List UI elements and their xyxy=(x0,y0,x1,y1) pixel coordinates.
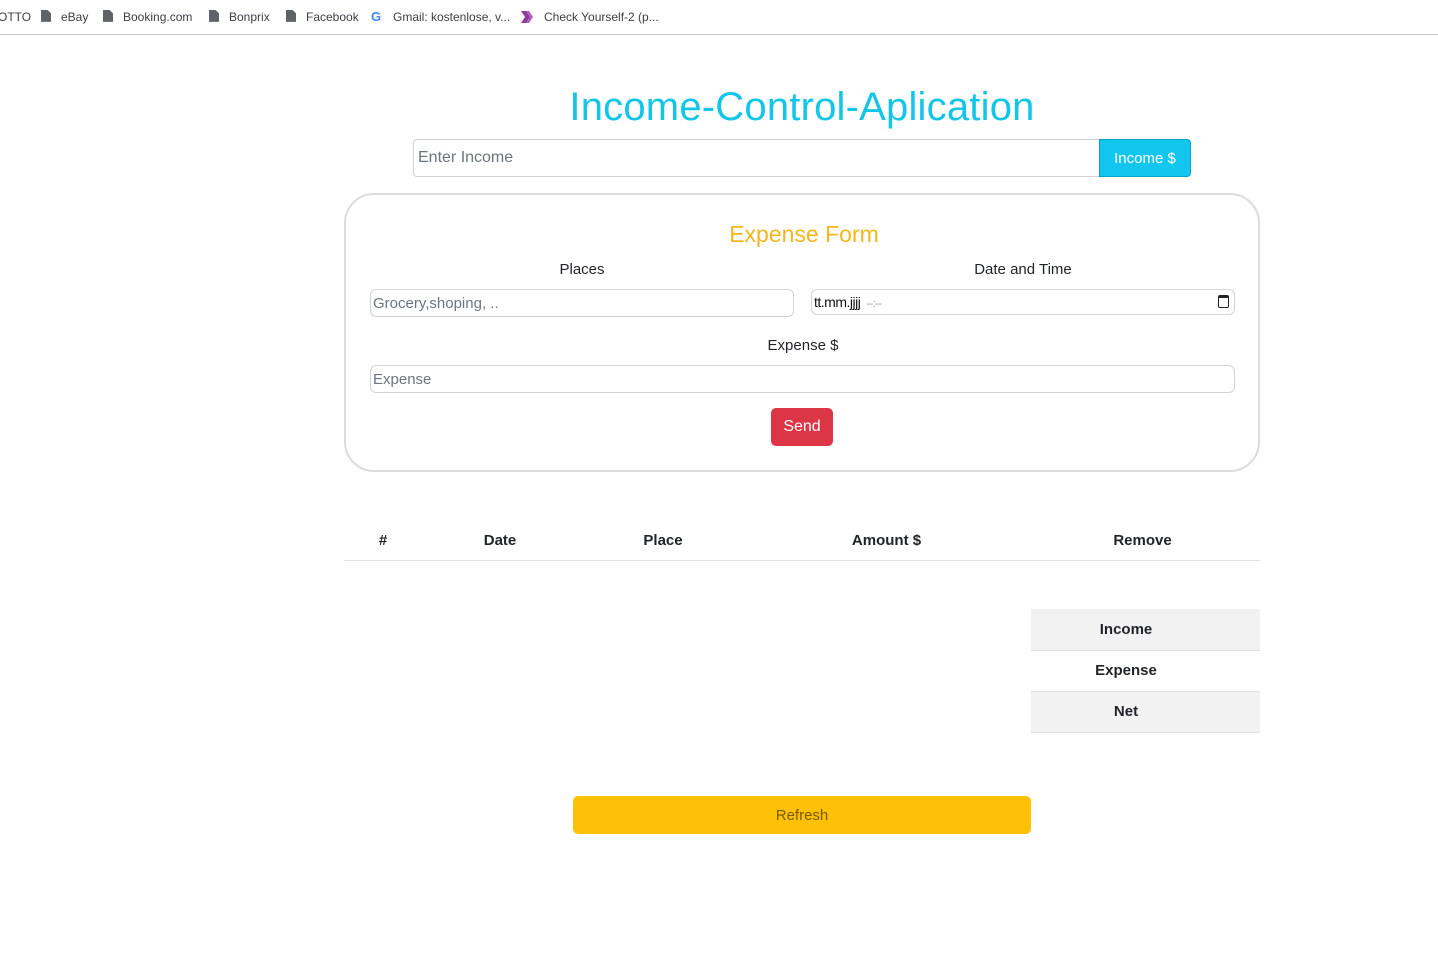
bookmark-label: Bonprix xyxy=(229,10,270,24)
google-icon: G xyxy=(371,8,382,24)
summary-row-net: Net xyxy=(1031,691,1260,733)
bookmark-booking[interactable]: Booking.com xyxy=(103,9,192,27)
bookmark-otto[interactable]: OTTO xyxy=(0,9,31,27)
bookmark-label: Check Yourself-2 (p... xyxy=(544,10,659,24)
summary-table: Income Expense Net xyxy=(1031,609,1260,733)
summary-row-income: Income xyxy=(1031,609,1260,651)
calendar-icon[interactable] xyxy=(1218,295,1229,308)
bookmark-label: Facebook xyxy=(306,10,359,24)
refresh-button[interactable]: Refresh xyxy=(573,796,1031,834)
chevron-icon xyxy=(521,10,533,23)
bookmark-label: Booking.com xyxy=(123,10,193,24)
bookmark-facebook[interactable]: Facebook xyxy=(286,9,359,27)
datetime-value: tt.mm.jjjj --:-- xyxy=(814,294,882,310)
bookmark-label: eBay xyxy=(61,10,89,24)
bookmark-gmail[interactable]: G Gmail: kostenlose, v... xyxy=(371,9,510,27)
datetime-input[interactable]: tt.mm.jjjj --:-- xyxy=(811,289,1235,315)
bookmark-label: Gmail: kostenlose, v... xyxy=(393,10,511,24)
column-header-amount: Amount $ xyxy=(748,522,1025,561)
document-icon xyxy=(209,9,219,22)
bookmark-check-yourself[interactable]: Check Yourself-2 (p... xyxy=(520,9,659,27)
summary-label-net: Net xyxy=(1113,703,1139,720)
page-title: Income-Control-Aplication xyxy=(569,85,1035,129)
summary-label-expense: Expense xyxy=(1095,662,1157,679)
bookmark-label: OTTO xyxy=(0,10,32,24)
expense-form-title: Expense Form xyxy=(729,221,879,247)
column-header-date: Date xyxy=(422,522,578,561)
expense-input[interactable] xyxy=(370,365,1235,393)
places-input[interactable] xyxy=(370,289,794,317)
expense-form-card: Expense Form Places Date and Time tt.mm.… xyxy=(344,193,1260,472)
column-header-remove: Remove xyxy=(1025,522,1260,561)
table-header-row: # Date Place Amount $ Remove xyxy=(344,522,1260,561)
summary-row-expense: Expense xyxy=(1031,650,1260,692)
bookmark-bonprix[interactable]: Bonprix xyxy=(209,9,270,27)
document-icon xyxy=(286,9,296,22)
expense-label: Expense $ xyxy=(767,337,839,354)
expense-table: # Date Place Amount $ Remove xyxy=(344,522,1260,561)
send-button[interactable]: Send xyxy=(771,408,833,446)
income-button[interactable]: Income $ xyxy=(1099,139,1191,177)
income-input[interactable] xyxy=(413,139,1100,177)
datetime-label: Date and Time xyxy=(974,261,1072,278)
bookmarks-bar: OTTO eBay Booking.com Bonprix Facebook G… xyxy=(0,0,1438,35)
document-icon xyxy=(41,9,51,22)
summary-label-income: Income xyxy=(1099,620,1153,638)
places-label: Places xyxy=(559,261,605,278)
column-header-place: Place xyxy=(578,522,748,561)
column-header-number: # xyxy=(344,522,422,561)
bookmark-ebay[interactable]: eBay xyxy=(41,9,88,27)
document-icon xyxy=(103,9,113,22)
